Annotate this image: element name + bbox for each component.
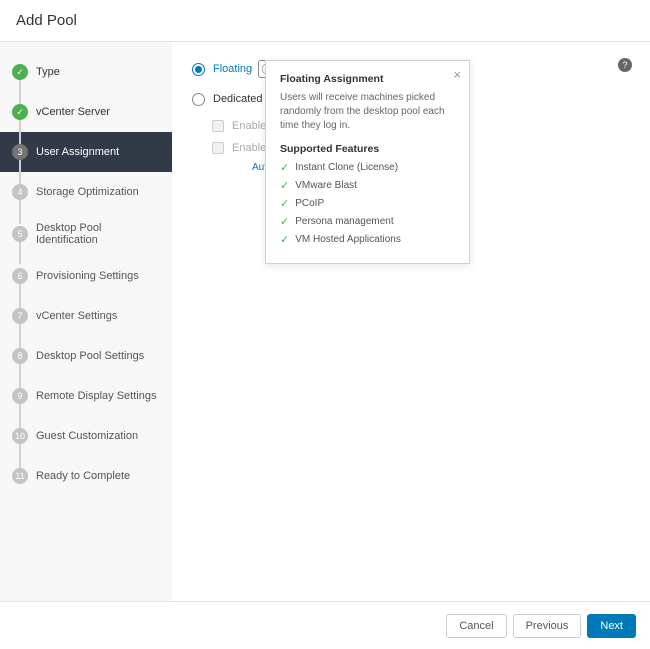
step-provisioning-settings[interactable]: 6 Provisioning Settings [0,256,172,296]
step-desktop-pool-identification[interactable]: 5 Desktop Pool Identification [0,212,172,256]
step-number-icon: 11 [12,468,28,484]
step-vcenter-settings[interactable]: 7 vCenter Settings [0,296,172,336]
step-label: Storage Optimization [36,186,139,198]
previous-button[interactable]: Previous [513,614,582,638]
step-label: User Assignment [36,146,119,158]
page-title: Add Pool [16,12,634,29]
check-icon: ✓ [280,215,289,228]
step-number-icon: 3 [12,144,28,160]
popover-description: Users will receive machines picked rando… [280,91,455,133]
wizard-header: Add Pool [0,0,650,42]
step-number-icon: 7 [12,308,28,324]
step-user-assignment[interactable]: 3 User Assignment [0,132,172,172]
step-label: Provisioning Settings [36,270,139,282]
radio-dedicated[interactable] [192,93,205,106]
info-popover: × Floating Assignment Users will receive… [265,60,470,264]
wizard-sidebar: ✓ Type ✓ vCenter Server 3 User Assignment 4 Sto… [0,42,172,601]
feature-item: ✓ Persona management [280,215,455,228]
close-icon[interactable]: × [453,67,461,82]
next-button[interactable]: Next [587,614,636,638]
popover-title: Floating Assignment [280,73,455,85]
step-number-icon: 9 [12,388,28,404]
step-remote-display-settings[interactable]: 9 Remote Display Settings [0,376,172,416]
step-label: Desktop Pool Settings [36,350,144,362]
step-label: Remote Display Settings [36,390,156,402]
feature-item: ✓ VMware Blast [280,179,455,192]
popover-subtitle: Supported Features [280,143,455,155]
check-icon: ✓ [12,64,28,80]
feature-label: Instant Clone (License) [295,162,398,173]
check-icon: ✓ [280,233,289,246]
radio-floating-label: Floating [213,63,252,75]
step-label: vCenter Settings [36,310,117,322]
check-icon: ✓ [280,197,289,210]
step-type[interactable]: ✓ Type [0,52,172,92]
feature-label: VM Hosted Applications [295,234,401,245]
feature-item: ✓ VM Hosted Applications [280,233,455,246]
step-label: vCenter Server [36,106,110,118]
step-number-icon: 8 [12,348,28,364]
step-number-icon: 5 [12,226,28,242]
step-storage-optimization[interactable]: 4 Storage Optimization [0,172,172,212]
step-vcenter-server[interactable]: ✓ vCenter Server [0,92,172,132]
step-ready-to-complete[interactable]: 11 Ready to Complete [0,456,172,496]
enable-auto-checkbox [212,120,224,132]
step-number-icon: 6 [12,268,28,284]
step-number-icon: 4 [12,184,28,200]
feature-label: PCoIP [295,198,324,209]
enable-multi-checkbox [212,142,224,154]
step-desktop-pool-settings[interactable]: 8 Desktop Pool Settings [0,336,172,376]
cancel-button[interactable]: Cancel [446,614,506,638]
feature-label: VMware Blast [295,180,357,191]
radio-dedicated-label: Dedicated [213,93,263,105]
help-icon[interactable]: ? [618,58,632,72]
step-label: Ready to Complete [36,470,130,482]
step-number-icon: 10 [12,428,28,444]
feature-item: ✓ PCoIP [280,197,455,210]
step-label: Type [36,66,60,78]
step-guest-customization[interactable]: 10 Guest Customization [0,416,172,456]
radio-floating[interactable] [192,63,205,76]
step-label: Guest Customization [36,430,138,442]
check-icon: ✓ [280,161,289,174]
feature-label: Persona management [295,216,393,227]
feature-item: ✓ Instant Clone (License) [280,161,455,174]
check-icon: ✓ [280,179,289,192]
step-label: Desktop Pool Identification [36,222,160,246]
wizard-footer: Cancel Previous Next [0,601,650,649]
check-icon: ✓ [12,104,28,120]
